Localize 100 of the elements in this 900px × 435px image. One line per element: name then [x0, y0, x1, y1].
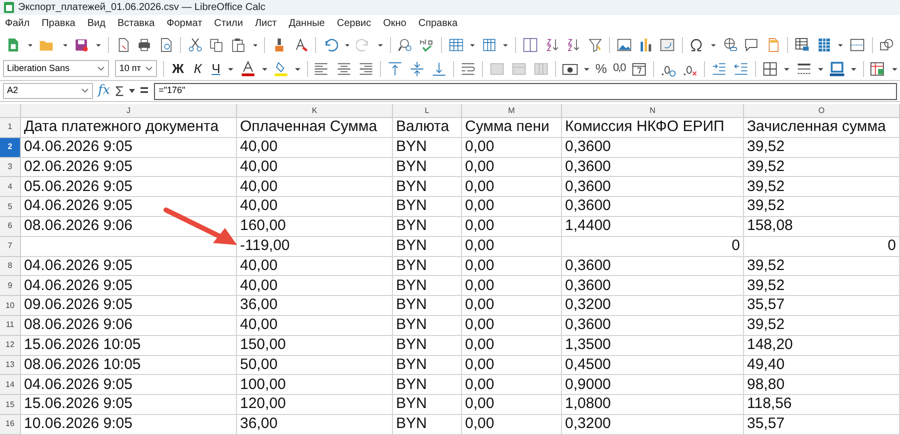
bold-button[interactable]: Ж — [170, 58, 186, 78]
row-header[interactable]: 13 — [0, 356, 21, 376]
function-wizard-button[interactable]: fx — [98, 81, 110, 101]
menu-item[interactable]: Стили — [214, 16, 243, 31]
table-cell: BYN — [393, 316, 462, 336]
globe-link-icon[interactable] — [722, 36, 738, 54]
conditional-format-icon[interactable] — [870, 60, 886, 78]
name-box[interactable]: A2 — [3, 83, 93, 99]
align-middle-icon[interactable] — [408, 60, 425, 78]
table-cell: 100,00 — [237, 375, 393, 396]
print-preview-icon[interactable] — [158, 36, 174, 54]
align-top-icon[interactable] — [386, 60, 403, 78]
clear-formatting-icon[interactable] — [294, 36, 308, 54]
row-header[interactable]: 11 — [0, 316, 21, 336]
row-header[interactable]: 3 — [0, 158, 21, 178]
table-cell: 0,4500 — [562, 356, 744, 376]
row-header[interactable]: 6 — [0, 216, 21, 237]
table-cell: 04.06.2026 9:05 — [21, 197, 237, 217]
highlight-icon[interactable] — [273, 60, 290, 78]
table-cell: 09.06.2026 9:05 — [21, 296, 237, 316]
font-size-field[interactable]: 10 пт — [115, 60, 158, 77]
row-header[interactable]: 4 — [0, 177, 21, 198]
table-cell: 0,9000 — [562, 375, 744, 396]
row-header[interactable]: 10 — [0, 296, 21, 316]
table-cell: 1,4400 — [562, 216, 744, 237]
table-cell: BYN — [393, 276, 462, 296]
menu-item[interactable]: Лист — [254, 16, 277, 31]
menu-item[interactable]: Данные — [288, 16, 325, 31]
align-bottom-icon[interactable] — [430, 60, 447, 78]
row-header[interactable]: 15 — [0, 395, 21, 415]
table-cell: 0,00 — [462, 158, 562, 178]
table-cell: BYN — [393, 216, 462, 237]
table-cell: 02.06.2026 9:05 — [21, 158, 237, 178]
column-header[interactable]: O — [744, 104, 900, 118]
sum-button[interactable]: Σ — [115, 80, 124, 102]
table-cell: BYN — [393, 296, 462, 316]
italic-button[interactable]: К — [192, 58, 204, 78]
borders-icon[interactable] — [762, 60, 778, 78]
clipboard-icon[interactable] — [231, 36, 246, 54]
table-cell: 40,00 — [237, 158, 393, 178]
column-header[interactable]: M — [462, 104, 562, 118]
table-cell: 04.06.2026 9:05 — [21, 138, 237, 158]
column-header[interactable]: N — [562, 104, 744, 118]
font-name-field[interactable]: Liberation Sans — [3, 60, 110, 77]
table-cell: 0,00 — [462, 236, 562, 257]
formula-button[interactable]: = — [140, 80, 149, 102]
formula-input[interactable]: ="176" — [154, 82, 897, 100]
menu-item[interactable]: Сервис — [336, 16, 372, 31]
menu-item[interactable]: Правка — [42, 16, 76, 31]
table-print-icon[interactable] — [795, 36, 810, 54]
table-cell: 0,00 — [462, 395, 562, 415]
table-cell: 35,57 — [744, 414, 900, 435]
table-cell: 40,00 — [237, 197, 393, 217]
table-cell: Комиссия НКФО ЕРИП — [562, 118, 744, 138]
menu-item[interactable]: Вставка — [117, 16, 155, 31]
table-cell: 0,00 — [462, 356, 562, 376]
menu-item[interactable]: Вид — [87, 16, 106, 31]
table-cell: BYN — [393, 414, 462, 435]
table-cell: 150,00 — [237, 336, 393, 356]
table-cell: 04.06.2026 9:05 — [21, 256, 237, 276]
border-color-icon[interactable] — [829, 60, 846, 78]
table-cell: 39,52 — [744, 276, 900, 296]
number-format-button[interactable]: 0,0 — [612, 60, 626, 77]
table-cell: 0,3600 — [562, 158, 744, 178]
underline-button[interactable]: Ч — [210, 58, 222, 78]
row-header[interactable]: 1 — [0, 118, 21, 138]
menu-item[interactable]: Файл — [5, 16, 30, 31]
row-header[interactable]: 2 — [0, 138, 21, 158]
column-header[interactable]: L — [393, 104, 462, 118]
percent-format-button[interactable]: % — [595, 58, 607, 78]
table-cell: BYN — [393, 236, 462, 257]
row-header[interactable]: 12 — [0, 336, 21, 356]
row-header[interactable]: 5 — [0, 197, 21, 217]
freeze-rows-icon[interactable] — [816, 36, 832, 54]
table-cell: 0,00 — [462, 414, 562, 435]
menu-item[interactable]: Формат — [166, 16, 202, 31]
table-cell: Зачисленная сумма — [744, 118, 900, 138]
table-cell: 0,3200 — [562, 296, 744, 316]
dropdown-caret-icon[interactable] — [81, 88, 89, 94]
table-cell: 08.06.2026 9:06 — [21, 316, 237, 336]
column-header[interactable]: K — [237, 104, 393, 118]
table-cell: 0,00 — [462, 197, 562, 217]
row-header[interactable]: 7 — [0, 236, 21, 257]
row-header[interactable]: 16 — [0, 414, 21, 435]
table-cell: 1,0800 — [562, 395, 744, 415]
table-cell: 40,00 — [237, 276, 393, 296]
table-cell: 40,00 — [237, 177, 393, 198]
font-color-icon[interactable] — [240, 60, 256, 78]
row-header[interactable]: 8 — [0, 256, 21, 276]
scissors-icon[interactable] — [188, 36, 202, 54]
row-header[interactable]: 14 — [0, 375, 21, 396]
menu-item[interactable]: Справка — [418, 16, 458, 31]
table-cell: BYN — [393, 395, 462, 415]
column-header[interactable]: J — [21, 104, 237, 118]
bar-chart-icon[interactable] — [638, 36, 654, 54]
table-cell: 04.06.2026 9:05 — [21, 276, 237, 296]
dropdown-caret-icon[interactable] — [128, 89, 135, 93]
row-header[interactable]: 9 — [0, 276, 21, 296]
menu-item[interactable]: Окно — [383, 16, 406, 31]
new-spreadsheet-icon[interactable] — [6, 36, 21, 54]
